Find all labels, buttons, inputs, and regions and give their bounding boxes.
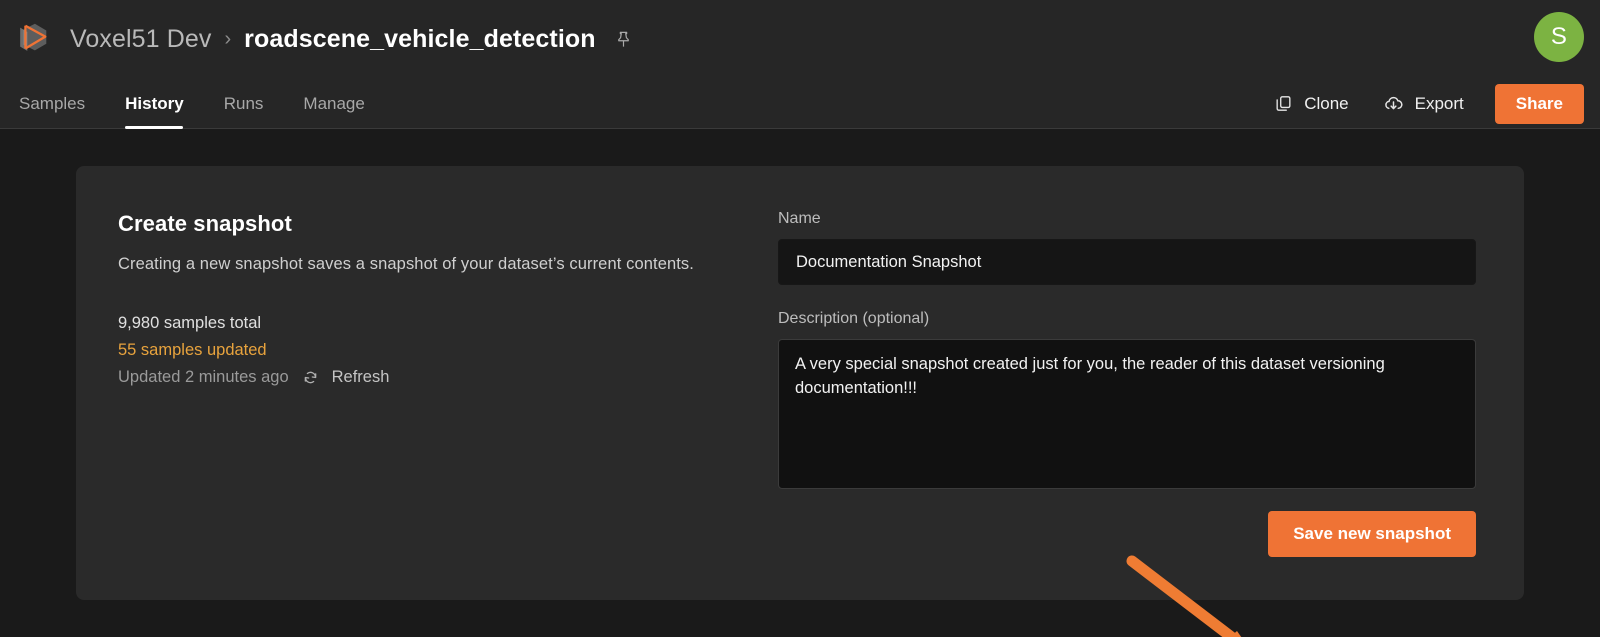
- clone-button[interactable]: Clone: [1257, 86, 1365, 122]
- description-label: Description (optional): [778, 310, 930, 327]
- samples-updated-text: 55 samples updated: [118, 341, 267, 359]
- breadcrumb-org[interactable]: Voxel51 Dev: [70, 25, 211, 54]
- avatar-initial: S: [1550, 23, 1568, 50]
- avatar[interactable]: S: [1534, 12, 1584, 62]
- copy-icon: [1276, 96, 1291, 111]
- samples-total-text: 9,980 samples total: [118, 314, 262, 332]
- tab-history-label: History: [125, 93, 184, 113]
- nav-tabs: Samples History Runs Manage: [13, 78, 385, 129]
- updated-time-text: Updated 2 minutes ago: [118, 368, 289, 386]
- description-input[interactable]: [778, 339, 1476, 489]
- top-actions: Clone Export Share: [1257, 78, 1584, 129]
- pushpin-icon[interactable]: [614, 30, 633, 49]
- tab-runs-label: Runs: [223, 93, 264, 113]
- snapshot-info-column: Create snapshot Creating a new snapshot …: [118, 208, 778, 600]
- refresh-row: Updated 2 minutes ago Refresh: [118, 368, 778, 387]
- refresh-icon[interactable]: [302, 369, 319, 386]
- name-label: Name: [778, 210, 821, 227]
- breadcrumb: Voxel51 Dev › roadscene_vehicle_detectio…: [0, 0, 1600, 78]
- breadcrumb-dataset[interactable]: roadscene_vehicle_detection: [244, 25, 595, 54]
- cloud-download-icon: [1384, 96, 1403, 110]
- panel-subtitle: Creating a new snapshot saves a snapshot…: [118, 255, 694, 273]
- refresh-button[interactable]: Refresh: [332, 368, 390, 387]
- main-content: Create snapshot Creating a new snapshot …: [0, 129, 1600, 637]
- create-snapshot-card: Create snapshot Creating a new snapshot …: [76, 166, 1524, 600]
- export-button[interactable]: Export: [1366, 85, 1481, 122]
- snapshot-form-column: Name Description (optional) Save new sna…: [778, 208, 1476, 600]
- app-root: Voxel51 Dev › roadscene_vehicle_detectio…: [0, 0, 1600, 637]
- export-label: Export: [1414, 93, 1464, 113]
- tab-manage-label: Manage: [303, 93, 365, 113]
- name-input[interactable]: [778, 239, 1476, 285]
- tab-history[interactable]: History: [105, 78, 204, 129]
- breadcrumb-separator: ›: [224, 28, 232, 50]
- top-bar: Voxel51 Dev › roadscene_vehicle_detectio…: [0, 0, 1600, 129]
- tab-manage[interactable]: Manage: [283, 78, 384, 129]
- tab-samples[interactable]: Samples: [13, 78, 105, 129]
- clone-label: Clone: [1304, 93, 1349, 113]
- page-title: Create snapshot: [118, 211, 292, 236]
- save-new-snapshot-button[interactable]: Save new snapshot: [1268, 511, 1476, 557]
- save-row: Save new snapshot: [778, 511, 1476, 557]
- tab-runs[interactable]: Runs: [204, 78, 284, 129]
- share-button[interactable]: Share: [1494, 83, 1584, 124]
- voxel51-logo-icon[interactable]: [14, 20, 52, 58]
- tabs-row: Samples History Runs Manage Clone Export…: [0, 78, 1600, 129]
- tab-samples-label: Samples: [19, 93, 86, 113]
